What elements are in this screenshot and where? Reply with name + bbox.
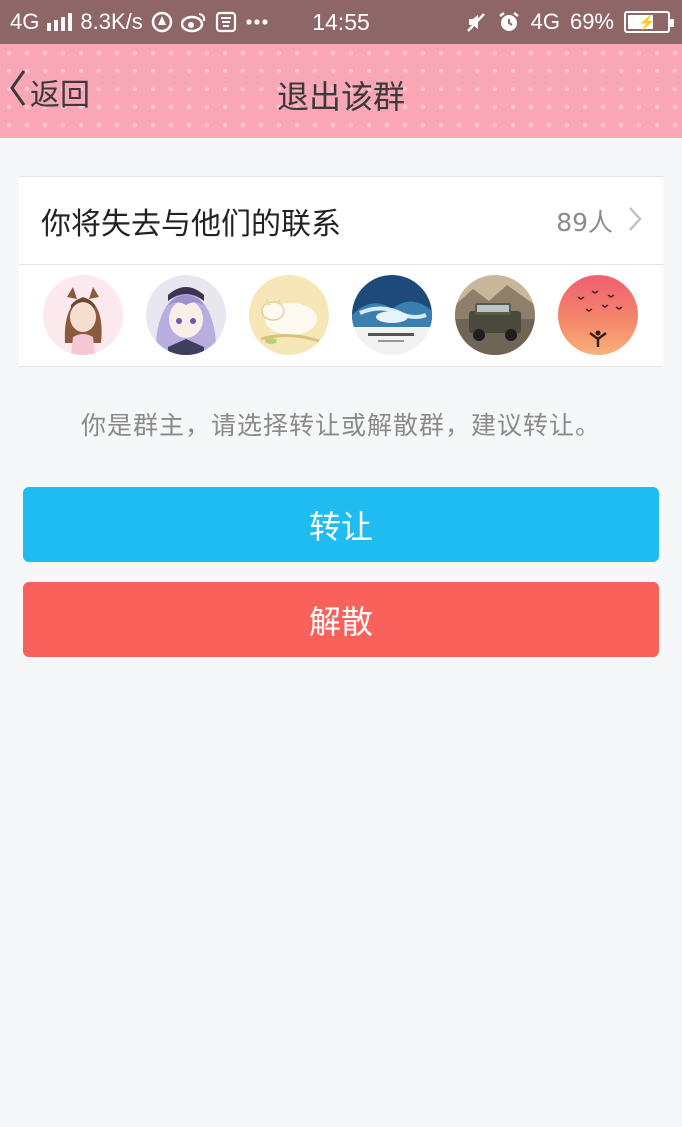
- avatar-1[interactable]: [43, 275, 123, 355]
- network-speed: 8.3K/s: [80, 9, 143, 34]
- alarm-icon: [497, 10, 521, 34]
- avatar-4[interactable]: [352, 275, 432, 355]
- members-count: 89人: [556, 207, 613, 237]
- network-type-right: 4G: [530, 9, 560, 34]
- avatar-3[interactable]: [249, 275, 329, 355]
- nav-bar: 返回 退出该群: [0, 44, 682, 138]
- back-label: 返回: [30, 78, 90, 113]
- tieba-icon: [215, 11, 237, 33]
- mute-icon: [465, 11, 487, 33]
- status-bar: 4G 8.3K/s 14:55 4G 69% ⚡: [0, 0, 682, 44]
- more-icon: [245, 18, 269, 26]
- back-button[interactable]: 返回: [8, 70, 90, 114]
- dissolve-button[interactable]: 解散: [23, 582, 659, 657]
- charging-icon: ⚡: [638, 13, 656, 30]
- chevron-left-icon: [8, 68, 28, 116]
- network-type: 4G: [10, 9, 40, 34]
- members-row[interactable]: 你将失去与他们的联系 89人: [19, 177, 663, 264]
- owner-hint: 你是群主，请选择转让或解散群，建议转让。: [80, 411, 601, 440]
- chevron-right-icon: [627, 205, 643, 237]
- members-card: 你将失去与他们的联系 89人: [19, 176, 663, 367]
- page-title: 退出该群: [276, 78, 405, 116]
- app-notification-icon: [151, 11, 173, 33]
- battery-percent: 69%: [569, 9, 614, 34]
- transfer-button[interactable]: 转让: [23, 487, 659, 562]
- weibo-icon: [180, 11, 207, 33]
- battery-icon: ⚡: [624, 11, 674, 33]
- avatar-6[interactable]: [558, 275, 638, 355]
- avatar-list: [19, 265, 663, 368]
- signal-icon: [47, 13, 73, 31]
- avatar-2[interactable]: [146, 275, 226, 355]
- avatar-5[interactable]: [455, 275, 535, 355]
- members-label: 你将失去与他们的联系: [41, 206, 341, 242]
